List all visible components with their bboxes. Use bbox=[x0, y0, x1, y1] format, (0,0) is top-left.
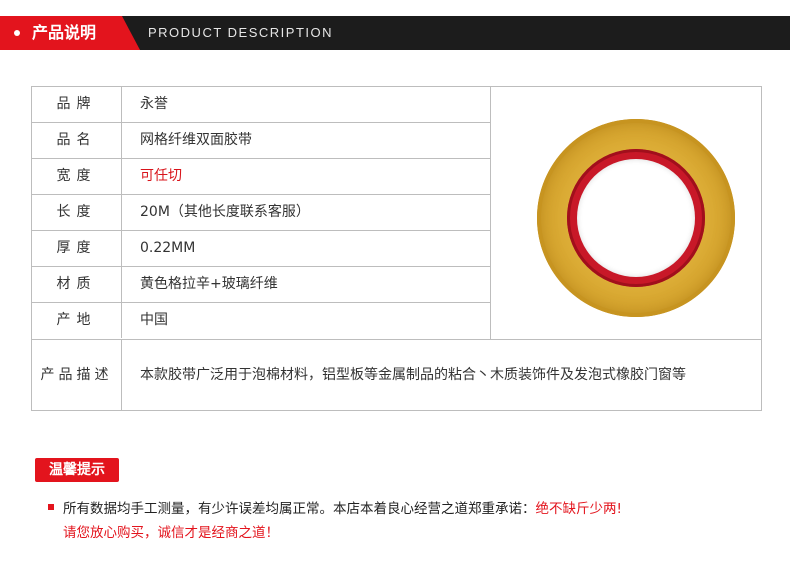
tip-line-1: 所有数据均手工测量，有少许误差均属正常。本店本着良心经营之道郑重承诺：绝不缺斤少… bbox=[48, 499, 622, 519]
tip-promise-text: 绝不缺斤少两! bbox=[535, 501, 622, 517]
spec-label: 厚度 bbox=[32, 231, 122, 266]
spec-value: 永誉 bbox=[140, 96, 168, 112]
spec-value: 网格纤维双面胶带 bbox=[140, 132, 252, 148]
spec-table: 品牌 永誉 品名 网格纤维双面胶带 宽度 可任切 长度 20M（其他长度联系客服… bbox=[31, 86, 762, 411]
spec-value: 中国 bbox=[140, 312, 168, 328]
tape-roll-image bbox=[537, 119, 735, 317]
spec-label: 宽度 bbox=[32, 159, 122, 194]
spec-row-brand: 品牌 永誉 bbox=[32, 87, 490, 123]
spec-label: 品名 bbox=[32, 123, 122, 158]
tip-badge: 温馨提示 bbox=[35, 458, 119, 482]
bullet-square-icon bbox=[48, 504, 54, 510]
header-title-cn: 产品说明 bbox=[32, 23, 97, 42]
spec-row-material: 材质 黄色格拉辛+玻璃纤维 bbox=[32, 267, 490, 303]
description-row: 产品描述 本款胶带广泛用于泡棉材料，铝型板等金属制品的粘合丶木质装饰件及发泡式橡… bbox=[32, 340, 761, 410]
spec-label: 品牌 bbox=[32, 87, 122, 122]
tip-line-2: 请您放心购买，诚信才是经商之道！ bbox=[63, 525, 279, 541]
spec-value: 20M（其他长度联系客服） bbox=[140, 204, 310, 220]
description-label: 产品描述 bbox=[32, 340, 122, 410]
tip-main-text: 所有数据均手工测量，有少许误差均属正常。本店本着良心经营之道郑重承诺： bbox=[63, 501, 536, 517]
spec-label: 材质 bbox=[32, 267, 122, 302]
spec-value: 0.22MM bbox=[140, 240, 196, 256]
spec-row-origin: 产地 中国 bbox=[32, 303, 490, 340]
spec-row-width: 宽度 可任切 bbox=[32, 159, 490, 195]
description-value: 本款胶带广泛用于泡棉材料，铝型板等金属制品的粘合丶木质装饰件及发泡式橡胶门窗等 bbox=[140, 367, 686, 383]
header-title-en: PRODUCT DESCRIPTION bbox=[148, 25, 333, 40]
spec-label: 产地 bbox=[32, 303, 122, 338]
tape-core bbox=[567, 149, 705, 287]
bullet-dot-icon bbox=[14, 30, 20, 36]
spec-value: 可任切 bbox=[140, 168, 182, 184]
spec-label: 长度 bbox=[32, 195, 122, 230]
spec-value: 黄色格拉辛+玻璃纤维 bbox=[140, 276, 278, 292]
spec-row-length: 长度 20M（其他长度联系客服） bbox=[32, 195, 490, 231]
spec-row-thickness: 厚度 0.22MM bbox=[32, 231, 490, 267]
tape-hole bbox=[577, 159, 695, 277]
product-image-cell bbox=[490, 87, 761, 340]
section-header: 产品说明 PRODUCT DESCRIPTION bbox=[0, 16, 790, 50]
spec-row-name: 品名 网格纤维双面胶带 bbox=[32, 123, 490, 159]
